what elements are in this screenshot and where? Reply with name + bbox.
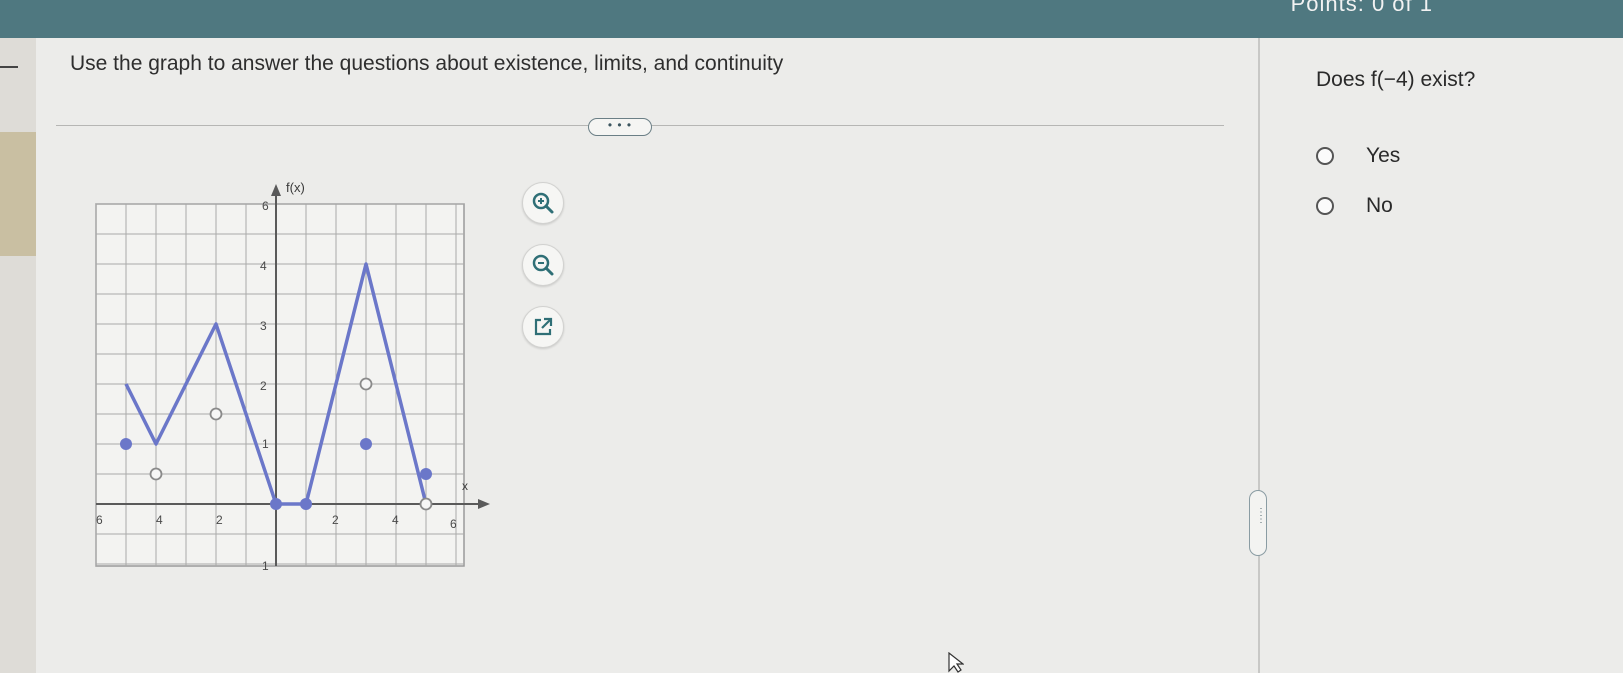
- solid-point: [120, 438, 132, 450]
- answer-panel: [1258, 38, 1623, 673]
- answer-option-yes[interactable]: Yes: [1316, 144, 1400, 168]
- menu-dash-icon[interactable]: [0, 66, 18, 68]
- radio-button[interactable]: [1316, 197, 1334, 215]
- x-tick-label: 2: [216, 513, 223, 527]
- x-tick-label: 4: [156, 513, 163, 527]
- zoom-out-button[interactable]: [522, 244, 564, 286]
- side-tab[interactable]: [0, 132, 36, 256]
- option-label: Yes: [1366, 144, 1401, 167]
- x-tick-label: 6: [450, 517, 457, 531]
- question-prompt: Does f(−4) exist?: [1316, 68, 1476, 91]
- y-tick-label: 4: [260, 259, 267, 273]
- x-tick-label: 6: [96, 513, 103, 527]
- zoom-in-icon: [532, 192, 554, 214]
- zoom-in-button[interactable]: [522, 182, 564, 224]
- panel-resize-handle[interactable]: ⋮ ⋮: [1249, 490, 1267, 556]
- y-axis-label: f(x): [286, 180, 305, 195]
- zoom-out-icon: [532, 254, 554, 276]
- more-options-button[interactable]: • • •: [588, 118, 652, 136]
- x-axis-label: x: [462, 479, 468, 493]
- grid-frame: [95, 203, 465, 567]
- x-tick-label: 2: [332, 513, 339, 527]
- solid-point: [270, 498, 282, 510]
- x-axis-arrow: [478, 499, 490, 509]
- external-link-icon: [534, 317, 553, 336]
- y-tick-label: 3: [260, 319, 267, 333]
- open-in-new-window-button[interactable]: [522, 306, 564, 348]
- y-axis-arrow: [271, 184, 281, 196]
- answer-option-no[interactable]: No: [1316, 194, 1393, 218]
- open-point: [419, 497, 433, 511]
- open-point: [209, 407, 223, 421]
- solid-point: [360, 438, 372, 450]
- y-tick-label: 1: [262, 437, 269, 451]
- option-label: No: [1366, 194, 1393, 217]
- y-tick-label: 6: [262, 199, 269, 213]
- solid-point: [300, 498, 312, 510]
- x-tick-label: 4: [392, 513, 399, 527]
- open-point: [149, 467, 163, 481]
- open-point: [359, 377, 373, 391]
- y-tick-label: 2: [260, 379, 267, 393]
- radio-button[interactable]: [1316, 147, 1334, 165]
- points-status: Points: 0 of 1: [1290, 0, 1433, 14]
- y-tick-label: 1: [262, 559, 269, 573]
- top-bar: Points: 0 of 1: [0, 0, 1623, 38]
- instructions-text: Use the graph to answer the questions ab…: [70, 52, 784, 75]
- solid-point: [420, 468, 432, 480]
- function-graph: f(x) x 6 4 2 2 4 6 6 4 3 2 1 1: [95, 180, 490, 573]
- mouse-cursor-icon: [948, 652, 964, 673]
